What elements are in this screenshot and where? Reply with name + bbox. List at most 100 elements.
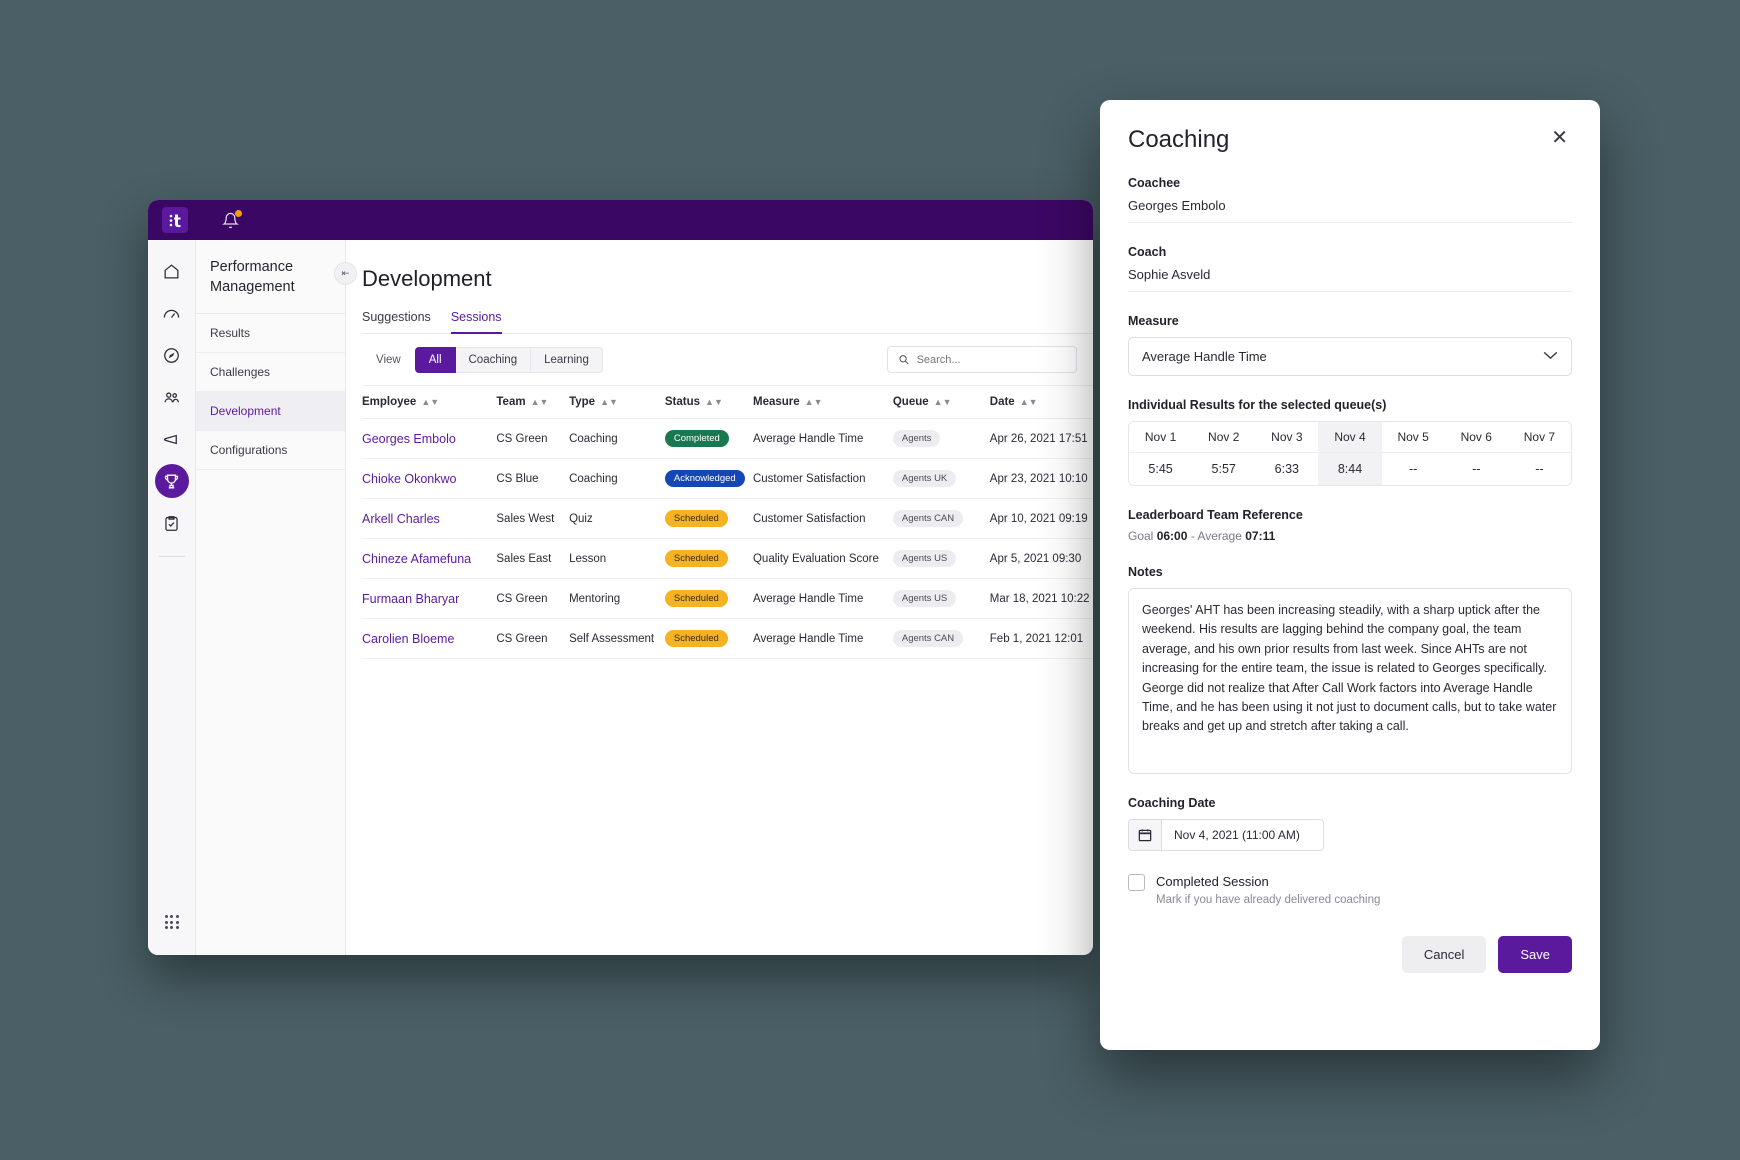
table-row[interactable]: Furmaan BharyarCS GreenMentoringSchedule… [362, 579, 1093, 619]
brand-logo-icon[interactable] [162, 207, 188, 233]
sessions-table-body: Georges EmboloCS GreenCoachingCompletedA… [362, 419, 1093, 659]
measure-select[interactable]: Average Handle Time [1128, 337, 1572, 376]
content-tabs: Suggestions Sessions [362, 310, 1093, 334]
table-row[interactable]: Carolien BloemeCS GreenSelf AssessmentSc… [362, 619, 1093, 659]
status-badge: Scheduled [665, 590, 728, 607]
column-header-status[interactable]: Status▲▼ [665, 386, 753, 419]
column-header-employee[interactable]: Employee ▲▼ [362, 386, 496, 419]
tab-sessions[interactable]: Sessions [451, 310, 502, 333]
results-day-header: Nov 4 [1318, 422, 1381, 453]
results-day-value: -- [1445, 453, 1508, 486]
coach-label: Coach [1128, 245, 1572, 259]
column-header-measure[interactable]: Measure▲▼ [753, 386, 893, 419]
coaching-date-section: Coaching Date Nov 4, 2021 (11:00 AM) [1128, 796, 1572, 851]
cancel-button[interactable]: Cancel [1402, 936, 1486, 973]
employee-link[interactable]: Arkell Charles [362, 512, 440, 526]
results-day-value: -- [1508, 453, 1571, 486]
sidebar-item-challenges[interactable]: Challenges [196, 353, 345, 392]
cell-queue: Agents US [893, 539, 990, 579]
cell-employee[interactable]: Carolien Bloeme [362, 619, 496, 659]
column-header-queue[interactable]: Queue ▲▼ [893, 386, 990, 419]
cell-date: Apr 10, 2021 09:19 [990, 499, 1093, 539]
cell-measure: Customer Satisfaction [753, 459, 893, 499]
cell-queue: Agents [893, 419, 990, 459]
cell-queue: Agents US [893, 579, 990, 619]
sidebar-item-development[interactable]: Development [196, 392, 345, 431]
cell-team: CS Blue [496, 459, 569, 499]
megaphone-icon[interactable] [155, 422, 189, 456]
table-row[interactable]: Georges EmboloCS GreenCoachingCompletedA… [362, 419, 1093, 459]
calendar-icon[interactable] [1128, 819, 1162, 851]
cell-employee[interactable]: Furmaan Bharyar [362, 579, 496, 619]
individual-results-label: Individual Results for the selected queu… [1128, 398, 1572, 412]
table-row[interactable]: Chioke OkonkwoCS BlueCoachingAcknowledge… [362, 459, 1093, 499]
cell-type: Lesson [569, 539, 665, 579]
notification-bell[interactable] [222, 212, 239, 229]
save-button[interactable]: Save [1498, 936, 1572, 973]
modal-actions: Cancel Save [1128, 936, 1572, 973]
sort-icon: ▲▼ [600, 397, 618, 407]
notification-badge-dot [235, 210, 242, 217]
search-box[interactable] [887, 346, 1077, 373]
coach-value: Sophie Asveld [1128, 259, 1572, 292]
completed-session-checkbox[interactable] [1128, 874, 1145, 891]
col-label-employee: Employee [362, 396, 416, 408]
gauge-icon[interactable] [155, 296, 189, 330]
status-badge: Acknowledged [665, 470, 745, 487]
measure-field: Measure Average Handle Time [1128, 314, 1572, 376]
queue-pill: Agents UK [893, 470, 956, 487]
notes-textarea[interactable]: Georges' AHT has been increasing steadil… [1128, 588, 1572, 774]
col-label-queue: Queue [893, 396, 929, 408]
status-badge: Scheduled [665, 630, 728, 647]
col-label-measure: Measure [753, 396, 800, 408]
trophy-icon[interactable] [155, 464, 189, 498]
cell-type: Quiz [569, 499, 665, 539]
close-icon[interactable]: ✕ [1547, 126, 1572, 150]
people-icon[interactable] [155, 380, 189, 414]
sidebar-item-configurations[interactable]: Configurations [196, 431, 345, 470]
tab-suggestions[interactable]: Suggestions [362, 310, 431, 333]
cell-employee[interactable]: Chineze Afamefuna [362, 539, 496, 579]
filter-all-button[interactable]: All [415, 347, 456, 373]
employee-link[interactable]: Georges Embolo [362, 432, 456, 446]
employee-link[interactable]: Furmaan Bharyar [362, 592, 459, 606]
results-day-header-row: Nov 1Nov 2Nov 3Nov 4Nov 5Nov 6Nov 7 [1129, 422, 1571, 453]
search-icon [898, 353, 910, 366]
modal-title: Coaching [1128, 126, 1229, 154]
column-header-date[interactable]: Date▲▼ [990, 386, 1093, 419]
home-icon[interactable] [155, 254, 189, 288]
compass-icon[interactable] [155, 338, 189, 372]
search-input[interactable] [917, 354, 1066, 366]
cell-employee[interactable]: Georges Embolo [362, 419, 496, 459]
coaching-modal: Coaching ✕ Coachee Georges Embolo Coach … [1100, 100, 1600, 1050]
app-grid-icon[interactable] [155, 905, 189, 939]
collapse-left-icon[interactable]: ⇤ [334, 262, 357, 285]
cell-team: CS Green [496, 579, 569, 619]
sort-icon: ▲▼ [934, 397, 952, 407]
cell-employee[interactable]: Chioke Okonkwo [362, 459, 496, 499]
coaching-date-value[interactable]: Nov 4, 2021 (11:00 AM) [1162, 819, 1324, 851]
sort-icon: ▲▼ [421, 397, 439, 407]
coachee-field: Coachee Georges Embolo [1128, 176, 1572, 223]
cell-employee[interactable]: Arkell Charles [362, 499, 496, 539]
filter-coaching-button[interactable]: Coaching [456, 347, 532, 373]
app-window: Performance Management Results Challenge… [148, 200, 1093, 955]
coaching-date-input[interactable]: Nov 4, 2021 (11:00 AM) [1128, 819, 1324, 851]
employee-link[interactable]: Carolien Bloeme [362, 632, 454, 646]
table-row[interactable]: Arkell CharlesSales WestQuizScheduledCus… [362, 499, 1093, 539]
col-label-date: Date [990, 396, 1015, 408]
completed-session-row[interactable]: Completed Session Mark if you have alrea… [1128, 873, 1572, 906]
filter-learning-button[interactable]: Learning [531, 347, 603, 373]
column-header-type[interactable]: Type▲▼ [569, 386, 665, 419]
employee-link[interactable]: Chioke Okonkwo [362, 472, 457, 486]
sort-icon: ▲▼ [705, 397, 723, 407]
column-header-team[interactable]: Team▲▼ [496, 386, 569, 419]
table-toolbar: View All Coaching Learning [362, 334, 1093, 385]
sidebar-item-results[interactable]: Results [196, 314, 345, 353]
clipboard-check-icon[interactable] [155, 506, 189, 540]
measure-label: Measure [1128, 314, 1572, 328]
table-row[interactable]: Chineze AfamefunaSales EastLessonSchedul… [362, 539, 1093, 579]
employee-link[interactable]: Chineze Afamefuna [362, 552, 471, 566]
results-day-header: Nov 6 [1445, 422, 1508, 453]
cell-date: Apr 26, 2021 17:51 [990, 419, 1093, 459]
